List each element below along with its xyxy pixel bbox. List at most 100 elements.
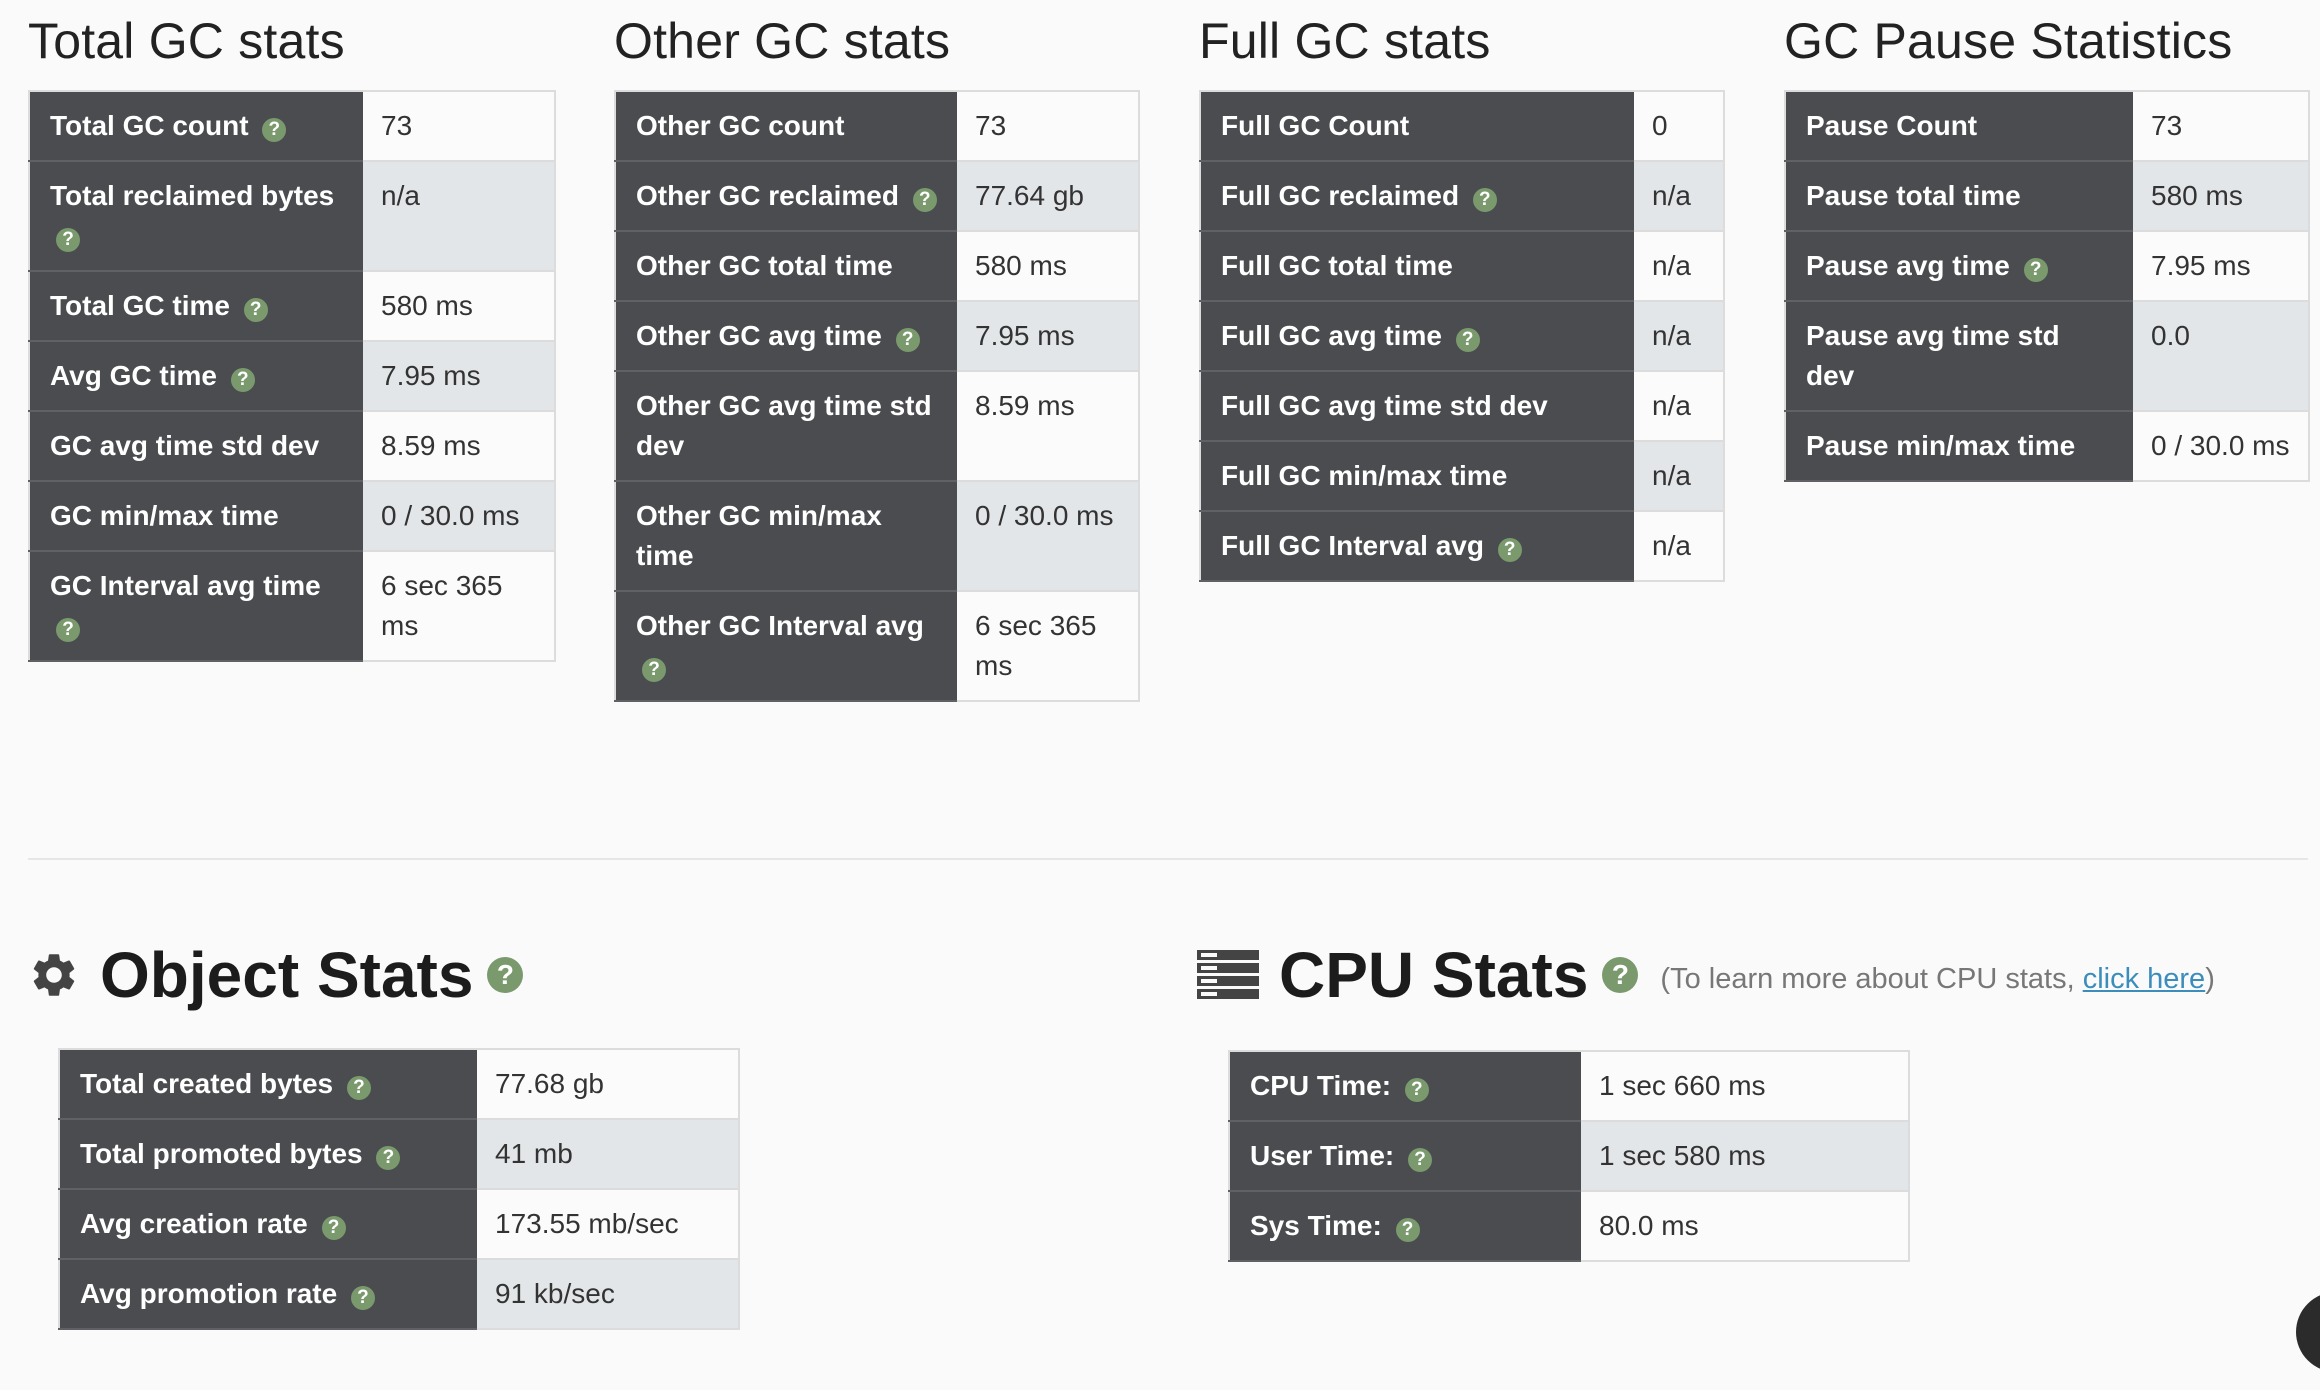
help-icon[interactable]: ? xyxy=(1602,957,1639,993)
help-icon[interactable]: ? xyxy=(1404,1078,1429,1102)
stat-label: Other GC avg time std dev xyxy=(636,390,932,461)
help-icon[interactable]: ? xyxy=(243,298,268,322)
floating-action-button[interactable] xyxy=(2296,1292,2320,1372)
stat-value: 80.0 ms xyxy=(1581,1191,1909,1262)
stats-row: Pause min/max time 0 / 30.0 ms xyxy=(1785,411,2309,482)
stat-label: Total created bytes xyxy=(80,1068,334,1099)
help-icon[interactable]: ? xyxy=(2023,258,2048,282)
stat-label-cell: Other GC count xyxy=(615,91,957,162)
section-title: Other GC stats xyxy=(614,13,951,69)
learn-more-link[interactable]: click here xyxy=(2083,963,2206,995)
help-icon[interactable]: ? xyxy=(1497,538,1522,562)
help-icon[interactable]: ? xyxy=(376,1146,401,1170)
stats-row: GC avg time std dev 8.59 ms xyxy=(29,411,555,482)
stat-label-cell: Other GC reclaimed ? xyxy=(615,161,957,232)
full-gc-table: Full GC Count 0 Full GC reclaimed ? n/a Full… xyxy=(1199,90,1725,582)
help-icon[interactable]: ? xyxy=(350,1286,375,1310)
stats-row: Total promoted bytes ? 41 mb xyxy=(59,1119,739,1190)
help-icon[interactable]: ? xyxy=(346,1076,371,1100)
stat-value: 7.95 ms xyxy=(363,341,555,412)
stat-label: Other GC avg time xyxy=(636,320,882,351)
help-icon[interactable]: ? xyxy=(912,188,937,212)
stat-label-cell: Full GC avg time std dev xyxy=(1200,371,1634,442)
stat-label: Other GC total time xyxy=(636,250,893,281)
stat-value: 580 ms xyxy=(363,271,555,342)
cpu-stats-table: CPU Time: ? 1 sec 660 ms User Time: ? 1 sec… xyxy=(1228,1050,1910,1262)
stat-label: Full GC reclaimed xyxy=(1221,180,1460,211)
stat-label-cell: Full GC reclaimed ? xyxy=(1200,161,1634,232)
section-divider xyxy=(28,858,2308,860)
gc-pause-table: Pause Count 73 Pause total time 580 ms Pause… xyxy=(1784,90,2310,482)
stats-row: Other GC avg time ? 7.95 ms xyxy=(615,301,1139,372)
stats-row: Full GC avg time ? n/a xyxy=(1200,301,1724,372)
stat-label: GC Interval avg time xyxy=(50,570,321,601)
help-icon[interactable]: ? xyxy=(642,658,666,682)
stat-label: Pause avg time xyxy=(1806,250,2010,281)
note-prefix: (To learn more about CPU stats, xyxy=(1660,962,2083,995)
help-icon[interactable]: ? xyxy=(1395,1218,1420,1242)
stats-row: Other GC avg time std dev 8.59 ms xyxy=(615,371,1139,482)
stat-label-cell: Other GC min/max time xyxy=(615,481,957,592)
gear-icon xyxy=(28,949,80,1001)
gc-report-page: Total GC stats Total GC count ? 73 Total r… xyxy=(0,0,2320,1390)
help-icon[interactable]: ? xyxy=(1408,1148,1432,1172)
stat-value: 77.68 gb xyxy=(477,1049,739,1120)
help-icon[interactable]: ? xyxy=(1455,328,1480,352)
stat-label: Total GC time xyxy=(50,290,230,321)
stat-label-cell: Full GC Interval avg ? xyxy=(1200,511,1634,582)
stats-row: Pause avg time std dev 0.0 xyxy=(1785,301,2309,412)
stat-value: 1 sec 580 ms xyxy=(1581,1121,1909,1192)
stats-row: Pause Count 73 xyxy=(1785,91,2309,162)
stat-label: GC min/max time xyxy=(50,500,279,531)
stat-label-cell: Pause min/max time xyxy=(1785,411,2133,482)
help-icon[interactable]: ? xyxy=(56,228,80,252)
stat-label: Sys Time: xyxy=(1250,1210,1382,1241)
stat-value: 580 ms xyxy=(957,231,1139,302)
stat-value: 8.59 ms xyxy=(363,411,555,482)
stat-label-cell: Other GC total time xyxy=(615,231,957,302)
help-icon[interactable]: ? xyxy=(56,618,80,642)
stat-label: Other GC reclaimed xyxy=(636,180,899,211)
stat-value: 6 sec 365 ms xyxy=(957,591,1139,702)
stat-label: Pause Count xyxy=(1806,110,1978,141)
help-icon[interactable]: ? xyxy=(262,118,287,142)
stat-value: 73 xyxy=(2133,91,2309,162)
stat-value: 0 / 30.0 ms xyxy=(2133,411,2309,482)
stat-value: 73 xyxy=(957,91,1139,162)
stat-label-cell: GC min/max time xyxy=(29,481,363,552)
section-title: Full GC stats xyxy=(1199,13,1491,69)
stat-value: 7.95 ms xyxy=(957,301,1139,372)
help-icon[interactable]: ? xyxy=(1472,188,1497,212)
stat-label-cell: Avg promotion rate ? xyxy=(59,1259,477,1330)
stat-label: Total promoted bytes xyxy=(80,1138,363,1169)
stat-label-cell: Other GC avg time ? xyxy=(615,301,957,372)
stat-value: n/a xyxy=(1634,231,1724,302)
help-icon[interactable]: ? xyxy=(487,957,524,993)
stat-value: 173.55 mb/sec xyxy=(477,1189,739,1260)
stat-label: Full GC avg time std dev xyxy=(1221,390,1548,421)
stat-label-cell: Full GC min/max time xyxy=(1200,441,1634,512)
stat-label-cell: Full GC total time xyxy=(1200,231,1634,302)
stat-label: Avg GC time xyxy=(50,360,217,391)
stats-row: Other GC total time 580 ms xyxy=(615,231,1139,302)
stat-value: 1 sec 660 ms xyxy=(1581,1051,1909,1122)
stat-value: n/a xyxy=(363,161,555,272)
help-icon[interactable]: ? xyxy=(230,368,255,392)
stats-row: CPU Time: ? 1 sec 660 ms xyxy=(1229,1051,1909,1122)
stat-label-cell: Pause avg time ? xyxy=(1785,231,2133,302)
stat-label: CPU Time: xyxy=(1250,1070,1392,1101)
stat-value: 6 sec 365 ms xyxy=(363,551,555,662)
object-stats-header: Object Stats ? xyxy=(28,938,524,1012)
stats-row: GC Interval avg time ? 6 sec 365 ms xyxy=(29,551,555,662)
stat-value: n/a xyxy=(1634,371,1724,442)
stats-row: Pause total time 580 ms xyxy=(1785,161,2309,232)
cpu-stats-note: (To learn more about CPU stats, click he… xyxy=(1660,963,2214,996)
section-title: Total GC stats xyxy=(28,13,345,69)
stat-label: Pause min/max time xyxy=(1806,430,2076,461)
object-stats-title: Object Stats xyxy=(100,939,474,1011)
help-icon[interactable]: ? xyxy=(321,1216,346,1240)
help-icon[interactable]: ? xyxy=(895,328,920,352)
stat-label-cell: Full GC Count xyxy=(1200,91,1634,162)
stats-row: User Time: ? 1 sec 580 ms xyxy=(1229,1121,1909,1192)
stat-label: Avg creation rate xyxy=(80,1208,308,1239)
